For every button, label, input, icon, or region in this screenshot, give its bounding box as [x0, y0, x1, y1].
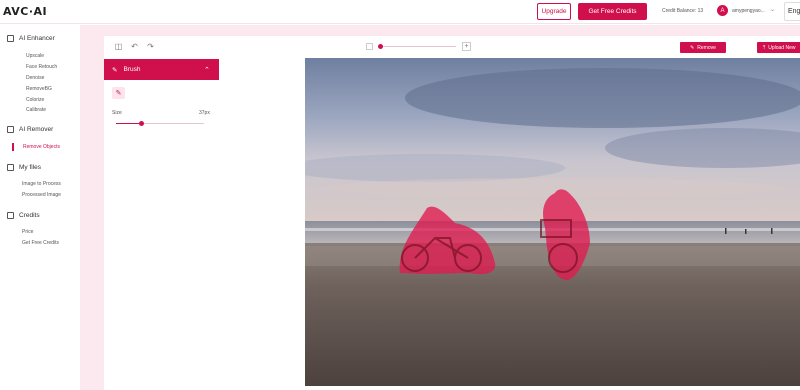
active-indicator: [12, 143, 14, 151]
sidebar-item-processed-image[interactable]: Processed Image: [22, 192, 61, 198]
sidebar-item-upscale[interactable]: Upscale: [26, 53, 44, 59]
credits-icon: [7, 212, 14, 219]
beach-photo: [305, 58, 800, 386]
upload-new-button[interactable]: ⤒ Upload New: [757, 42, 800, 53]
sidebar-item-face-retouch[interactable]: Face Retouch: [26, 64, 57, 70]
size-slider-fill: [116, 123, 141, 124]
upload-label: Upload New: [768, 44, 796, 51]
sidebar-section-label: My files: [19, 164, 42, 171]
sidebar-section-ai-enhancer[interactable]: AI Enhancer: [7, 35, 55, 42]
folder-icon: [7, 164, 14, 171]
remove-button[interactable]: ✎ Remove: [680, 42, 726, 53]
brush-panel-header[interactable]: ✎ Brush: [104, 59, 219, 80]
brush-icon: ✎: [112, 66, 118, 74]
zoom-slider[interactable]: [378, 46, 456, 47]
sidebar-item-remove-objects[interactable]: Remove Objects: [23, 144, 60, 150]
get-free-credits-button[interactable]: Get Free Credits: [578, 3, 647, 20]
chevron-up-icon[interactable]: ⌃: [204, 66, 210, 74]
sidebar-item-removebg[interactable]: RemoveBG: [26, 86, 52, 92]
upgrade-button[interactable]: Upgrade: [537, 3, 571, 20]
sidebar-item-image-to-process[interactable]: Image to Process: [22, 181, 61, 187]
zoom-in-button[interactable]: +: [462, 42, 471, 51]
brush-title: Brush: [123, 66, 141, 73]
sidebar-item-denoise[interactable]: Denoise: [26, 75, 44, 81]
sidebar-item-price[interactable]: Price: [22, 229, 33, 235]
sidebar-item-colorize[interactable]: Colorize: [26, 97, 44, 103]
language-select[interactable]: Engl: [784, 2, 800, 21]
sidebar-item-calibrate[interactable]: Calibrate: [26, 107, 46, 113]
username[interactable]: amypengyao...: [732, 8, 765, 14]
sidebar-item-get-free-credits[interactable]: Get Free Credits: [22, 240, 59, 246]
chevron-down-icon[interactable]: ⌄: [770, 6, 775, 13]
image-canvas[interactable]: [305, 58, 800, 386]
avatar[interactable]: A: [717, 5, 728, 16]
remove-label: Remove: [697, 44, 716, 51]
brush-tool-button[interactable]: ✎: [112, 87, 125, 99]
brush-panel: [104, 59, 219, 390]
enhancer-icon: [7, 35, 14, 42]
sidebar-section-credits[interactable]: Credits: [7, 212, 40, 219]
logo[interactable]: AVC·AI: [3, 5, 47, 18]
remover-icon: [7, 126, 14, 133]
zoom-slider-handle[interactable]: [378, 44, 383, 49]
compare-icon[interactable]: ◫: [114, 42, 123, 51]
sidebar: AI Enhancer Upscale Face Retouch Denoise…: [0, 25, 80, 390]
sidebar-section-label: AI Enhancer: [19, 35, 55, 42]
upload-icon: ⤒: [763, 44, 766, 51]
size-label: Size: [112, 110, 122, 116]
top-bar: AVC·AI Upgrade Get Free Credits Credit B…: [0, 0, 800, 24]
undo-icon[interactable]: ↶: [130, 42, 139, 51]
sidebar-section-label: AI Remover: [19, 126, 54, 133]
eraser-icon: ✎: [690, 44, 695, 51]
size-value: 37px: [199, 110, 210, 116]
sidebar-section-my-files[interactable]: My files: [7, 164, 41, 171]
sidebar-section-ai-remover[interactable]: AI Remover: [7, 126, 53, 133]
zoom-out-button[interactable]: [366, 43, 373, 50]
redo-icon[interactable]: ↷: [146, 42, 155, 51]
credit-balance: Credit Balance: 13: [662, 8, 704, 14]
size-slider-handle[interactable]: [138, 121, 144, 126]
sidebar-section-label: Credits: [19, 212, 40, 219]
